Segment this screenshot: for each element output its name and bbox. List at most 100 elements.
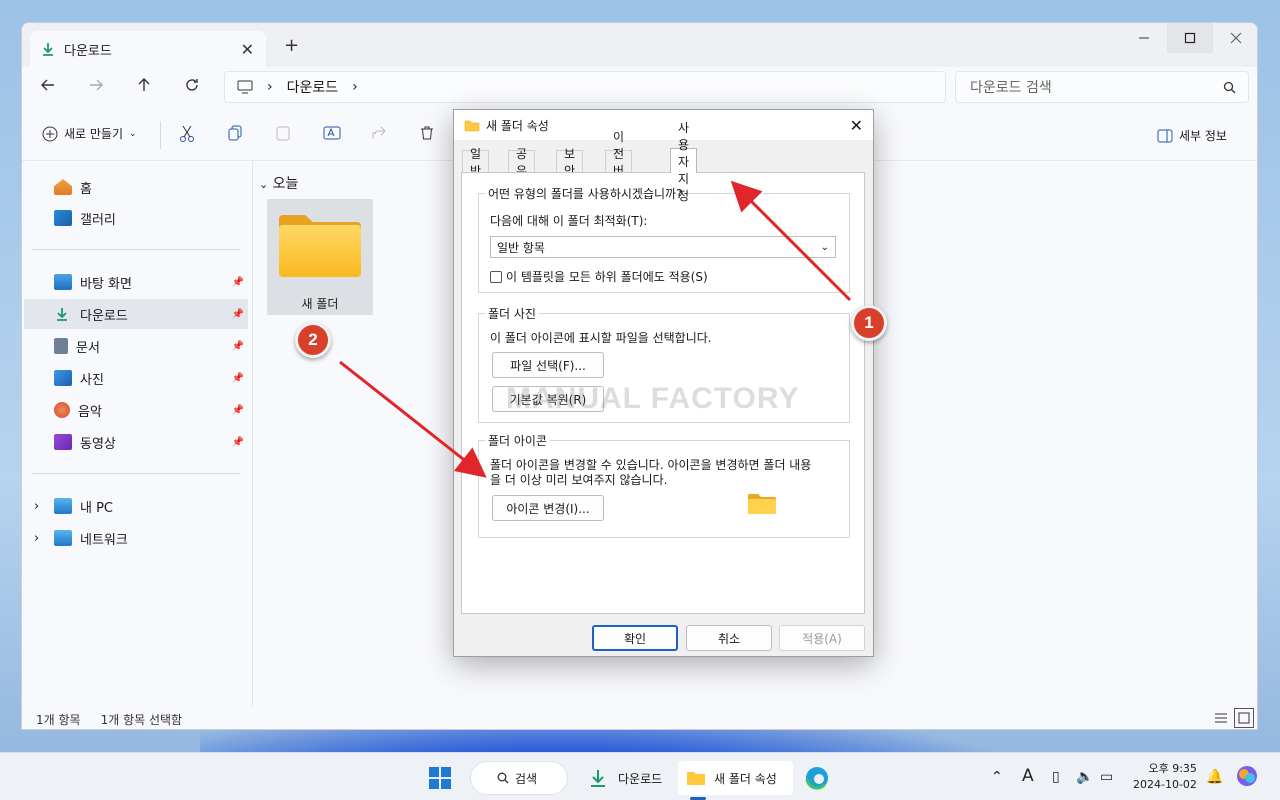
tab-downloads[interactable]: 다운로드 ✕ [30,31,266,67]
share-button[interactable] [371,125,387,145]
start-button[interactable] [423,761,457,795]
minimize-button[interactable] [1121,23,1167,53]
clipboard-icon [276,126,290,141]
chevron-right-icon[interactable]: › [267,79,273,95]
close-icon [1230,32,1242,44]
taskbar-edge[interactable] [803,761,831,795]
pin-icon[interactable]: 📌 [232,341,244,352]
tile-view-button[interactable] [1234,708,1254,728]
group-title: 어떤 유형의 폴더를 사용하시겠습니까? [485,185,686,202]
dialog-title: 새 폴더 속성 [486,118,549,133]
copy-icon [228,125,242,141]
apply-template-checkbox[interactable]: 이 템플릿을 모든 하위 폴더에도 적용(S) [490,268,708,285]
copilot-logo-icon [1237,766,1257,786]
tab-customize[interactable]: 사용자 지정 [670,121,698,203]
pin-icon[interactable]: 📌 [232,437,244,448]
chevron-up-icon[interactable]: ⌃ [991,769,1003,785]
battery-icon[interactable]: ▭ [1100,769,1113,785]
tab-security[interactable]: 보안 [556,147,584,178]
details-pane-button[interactable]: 세부 정보 [1157,127,1227,144]
tab-sharing[interactable]: 공유 [508,147,536,178]
taskbar-search[interactable]: 검색 [470,761,568,795]
pin-icon[interactable]: 📌 [232,309,244,320]
navigation-bar: › 다운로드 › 다운로드 검색 [22,67,1257,111]
paste-button[interactable] [275,125,291,145]
pictures-icon [54,370,72,386]
bell-icon[interactable]: 🔔 [1206,769,1223,785]
sidebar-item-videos[interactable]: 동영상 📌 [24,427,248,457]
delete-button[interactable] [419,125,435,145]
new-button[interactable]: 새로 만들기 ⌄ [42,125,137,142]
sidebar-item-downloads[interactable]: 다운로드 📌 [24,299,248,329]
group-title: 폴더 아이콘 [485,432,551,449]
clock-time: 오후 9:35 [1148,762,1197,775]
sidebar-item-label: 갤러리 [80,212,116,228]
folder-icon [748,494,776,514]
input-method-icon[interactable]: A [1022,766,1034,786]
new-tab-button[interactable]: + [284,35,299,56]
details-label: 세부 정보 [1179,129,1227,143]
ok-button[interactable]: 확인 [592,625,678,651]
taskbar-explorer[interactable]: 다운로드 [584,761,666,795]
scissors-icon [180,125,194,142]
computer-icon [54,498,72,514]
tab-previous-versions[interactable]: 이전 버전 [605,130,633,195]
breadcrumb-downloads[interactable]: 다운로드 [287,77,339,97]
up-button[interactable] [136,77,152,98]
tab-title: 다운로드 [64,43,112,59]
back-button[interactable] [40,77,56,98]
taskbar-properties[interactable]: 새 폴더 속성 [678,761,793,795]
sidebar-item-this-pc[interactable]: › 내 PC [24,491,248,521]
sidebar-item-pictures[interactable]: 사진 📌 [24,363,248,393]
list-view-button[interactable] [1214,711,1228,728]
group-header[interactable]: ⌄ 오늘 [259,173,298,193]
forward-button[interactable] [88,77,104,98]
checkbox[interactable] [490,271,502,283]
cut-button[interactable] [179,125,195,147]
apply-button[interactable]: 적용(A) [779,625,865,651]
download-icon [43,43,53,56]
search-input[interactable]: 다운로드 검색 [955,71,1249,103]
network-icon [54,530,72,546]
chevron-down-icon: ⌄ [820,241,829,253]
sidebar-item-gallery[interactable]: 갤러리 [24,203,248,233]
taskbar: 검색 다운로드 새 폴더 속성 ⌃ A ▯ 🔈 ▭ 오후 9:35 2024-1… [0,752,1280,800]
folder-item[interactable]: 새 폴더 [267,199,373,315]
folder-icon-desc-line2: 을 더 이상 미리 보여주지 않습니다. [490,473,668,487]
sidebar-item-music[interactable]: 음악 📌 [24,395,248,425]
maximize-button[interactable] [1167,23,1213,53]
chevron-right-icon[interactable]: › [352,79,358,95]
clock[interactable]: 오후 9:35 2024-10-02 [1133,761,1197,793]
details-pane-icon [1157,129,1173,142]
pin-icon[interactable]: 📌 [232,373,244,384]
sidebar-item-desktop[interactable]: 바탕 화면 📌 [24,267,248,297]
copy-button[interactable] [227,125,243,145]
sidebar-item-label: 문서 [76,340,100,356]
chevron-right-icon[interactable]: › [34,499,39,514]
sidebar-item-documents[interactable]: 문서 📌 [24,331,248,361]
pin-icon[interactable]: 📌 [232,405,244,416]
copilot-icon[interactable] [1236,765,1258,791]
step-badge-1: 1 [851,305,887,341]
music-icon [54,402,70,418]
search-icon [497,772,509,784]
optimize-select[interactable]: 일반 항목 ⌄ [490,236,836,258]
chevron-right-icon[interactable]: › [34,531,39,546]
refresh-button[interactable] [184,77,200,98]
arrow-left-icon [41,79,54,91]
pin-icon[interactable]: 📌 [232,277,244,288]
choose-file-button[interactable]: 파일 선택(F)... [492,352,604,378]
sidebar-item-home[interactable]: 홈 [24,172,248,202]
address-bar[interactable]: › 다운로드 › [224,71,946,103]
cancel-button[interactable]: 취소 [686,625,772,651]
close-tab-icon[interactable]: ✕ [241,40,254,59]
group-header-label: 오늘 [272,176,299,192]
volume-icon[interactable]: 🔈 [1076,769,1093,785]
change-icon-button[interactable]: 아이콘 변경(I)... [492,495,604,521]
sidebar-item-network[interactable]: › 네트워크 [24,523,248,553]
close-window-button[interactable] [1213,23,1257,53]
tab-general[interactable]: 일반 [462,147,490,178]
close-dialog-icon[interactable]: ✕ [850,116,863,135]
rename-button[interactable] [323,125,341,145]
network-icon[interactable]: ▯ [1052,769,1060,785]
